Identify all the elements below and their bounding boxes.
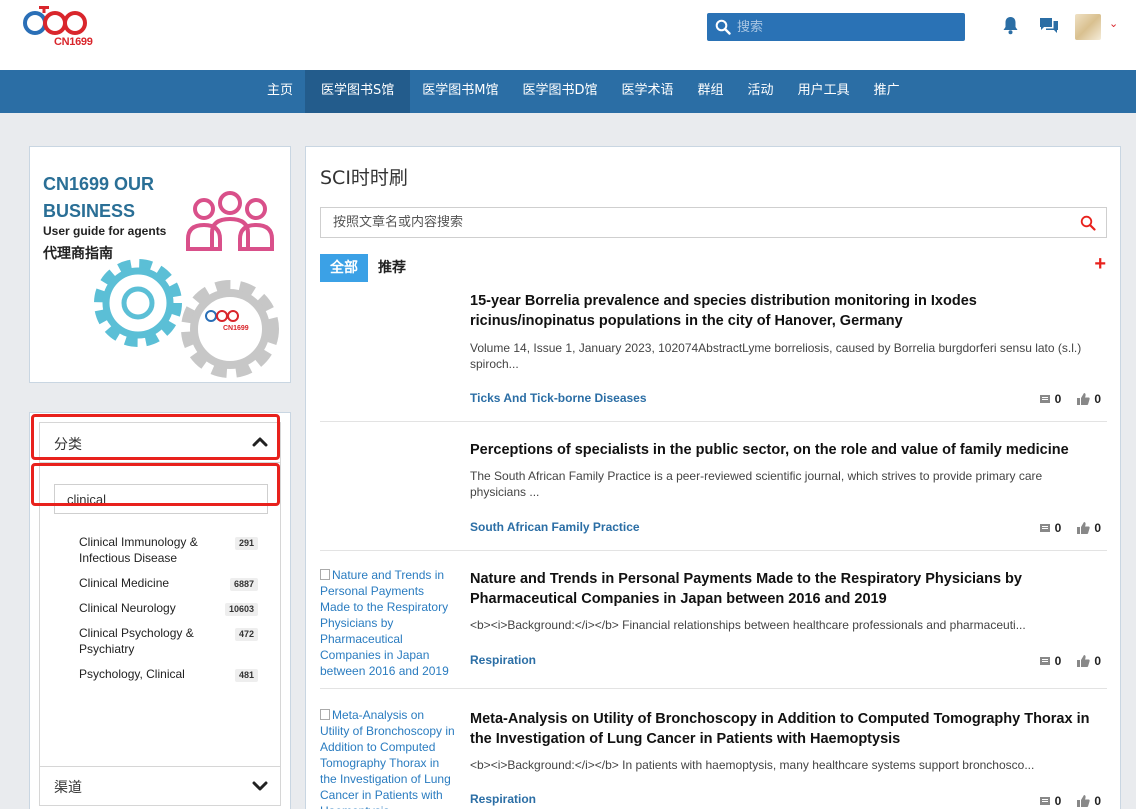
like-count: 0 <box>1094 521 1101 535</box>
article-stats: 0 0 <box>1039 392 1101 406</box>
article-stats: 0 0 <box>1039 521 1101 535</box>
nav-item-library-m[interactable]: 医学图书M馆 <box>410 70 510 113</box>
count-badge: 481 <box>234 669 258 682</box>
category-filter-input[interactable] <box>54 484 268 514</box>
tab-recommended[interactable]: 推荐 <box>378 254 406 282</box>
comment-count: 0 <box>1054 392 1062 406</box>
nav-item-user-tools[interactable]: 用户工具 <box>786 70 862 113</box>
count-badge: 291 <box>234 537 258 550</box>
article-card: Nature and Trends in Personal Payments M… <box>320 567 1107 689</box>
channel-label: 渠道 <box>54 780 82 796</box>
category-name: Psychology, Clinical <box>79 667 185 681</box>
banner-heading: CN1699 OUR BUSINESS <box>43 174 155 221</box>
nav-item-home[interactable]: 主页 <box>255 70 305 113</box>
tab-all[interactable]: 全部 <box>320 254 368 282</box>
header-search-input[interactable] <box>737 17 957 37</box>
count-badge: 472 <box>234 628 258 641</box>
article-stats: 0 0 <box>1039 794 1101 808</box>
category-box: 分类 Clinical Immunology & Infectious Dise… <box>39 422 281 767</box>
comment-icon[interactable] <box>1039 796 1051 807</box>
people-icon <box>186 191 274 251</box>
article-title[interactable]: Nature and Trends in Personal Payments M… <box>470 569 1100 609</box>
filter-panel: 分类 Clinical Immunology & Infectious Dise… <box>29 412 291 809</box>
article-title[interactable]: Meta-Analysis on Utility of Bronchoscopy… <box>470 709 1100 749</box>
logo-text: CN1699 <box>54 36 93 48</box>
chevron-down-icon[interactable] <box>252 780 268 792</box>
banner-logo-icon <box>205 310 239 322</box>
header-search[interactable] <box>707 13 965 41</box>
comment-icon[interactable] <box>1039 656 1051 667</box>
category-name: Clinical Medicine <box>79 576 170 590</box>
article-journal-link[interactable]: Respiration <box>470 792 536 806</box>
search-icon[interactable] <box>1080 215 1096 231</box>
top-header: CN1699 ⌄ <box>0 0 1136 70</box>
nav-item-promotion[interactable]: 推广 <box>862 70 912 113</box>
list-item[interactable]: Clinical Neurology 10603 <box>68 599 284 624</box>
search-icon[interactable] <box>715 19 731 35</box>
category-header[interactable]: 分类 <box>40 423 280 463</box>
like-count: 0 <box>1094 794 1101 808</box>
category-name: Clinical Psychology & Psychiatry <box>79 626 194 656</box>
article-thumbnail[interactable]: Meta-Analysis on Utility of Bronchoscopy… <box>320 707 455 809</box>
like-count: 0 <box>1094 654 1101 668</box>
banner-logo-text: CN1699 <box>223 325 249 332</box>
article-journal-link[interactable]: Ticks And Tick-borne Diseases <box>470 391 647 405</box>
thumbs-up-icon[interactable] <box>1077 393 1090 405</box>
chevron-up-icon[interactable] <box>252 436 268 448</box>
thumbs-up-icon[interactable] <box>1077 522 1090 534</box>
article-journal-link[interactable]: South African Family Practice <box>470 520 640 534</box>
article-card: 15-year Borrelia prevalence and species … <box>320 291 1107 422</box>
category-name: Clinical Neurology <box>79 601 176 615</box>
thumbs-up-icon[interactable] <box>1077 655 1090 667</box>
list-item[interactable]: Clinical Immunology & Infectious Disease… <box>68 533 284 574</box>
broken-image-icon <box>320 709 330 720</box>
thumbs-up-icon[interactable] <box>1077 795 1090 807</box>
bell-icon[interactable] <box>1002 16 1019 35</box>
comment-count: 0 <box>1054 654 1062 668</box>
user-avatar[interactable] <box>1075 14 1101 40</box>
category-label: 分类 <box>54 437 82 453</box>
comment-icon[interactable] <box>1039 394 1051 405</box>
count-badge: 6887 <box>229 578 258 591</box>
page-title: SCI时时刷 <box>320 167 408 189</box>
article-card: Meta-Analysis on Utility of Bronchoscopy… <box>320 707 1107 809</box>
banner-subtitle: User guide for agents <box>43 224 167 238</box>
main-nav: 主页 医学图书S馆 医学图书M馆 医学图书D馆 医学术语 群组 活动 用户工具 … <box>0 70 1136 113</box>
article-thumbnail[interactable]: Nature and Trends in Personal Payments M… <box>320 567 455 679</box>
chevron-down-icon[interactable]: ⌄ <box>1109 17 1118 30</box>
article-search-input[interactable] <box>333 215 1053 230</box>
list-item[interactable]: Clinical Medicine 6887 <box>68 574 284 599</box>
list-item[interactable]: Clinical Psychology & Psychiatry 472 <box>68 624 284 665</box>
business-banner[interactable]: CN1699 OUR BUSINESS User guide for agent… <box>29 146 291 383</box>
nav-item-groups[interactable]: 群组 <box>686 70 736 113</box>
messages-icon[interactable] <box>1039 17 1059 35</box>
category-name: Clinical Immunology & Infectious Disease <box>79 535 198 565</box>
comment-icon[interactable] <box>1039 523 1051 534</box>
add-icon[interactable]: + <box>1094 253 1106 276</box>
category-list: Clinical Immunology & Infectious Disease… <box>68 533 284 690</box>
gears-icon <box>94 259 279 378</box>
article-card: Perceptions of specialists in the public… <box>320 434 1107 551</box>
comment-count: 0 <box>1054 794 1062 808</box>
article-title[interactable]: Perceptions of specialists in the public… <box>470 440 1100 460</box>
main-content: SCI时时刷 全部 推荐 + 15-year Borrelia prevalen… <box>305 146 1121 809</box>
channel-header[interactable]: 渠道 <box>39 766 281 806</box>
comment-count: 0 <box>1054 521 1062 535</box>
article-abstract: <b><i>Background:</i></b> Financial rela… <box>470 618 1026 632</box>
article-stats: 0 0 <box>1039 654 1101 668</box>
article-search[interactable] <box>320 207 1107 238</box>
article-title[interactable]: 15-year Borrelia prevalence and species … <box>470 291 1100 331</box>
list-item[interactable]: Psychology, Clinical 481 <box>68 665 284 690</box>
broken-image-icon <box>320 569 330 580</box>
article-abstract: <b><i>Background:</i></b> In patients wi… <box>470 758 1035 772</box>
count-badge: 10603 <box>224 603 258 616</box>
nav-item-library-d[interactable]: 医学图书D馆 <box>511 70 610 113</box>
article-abstract: Volume 14, Issue 1, January 2023, 102074… <box>470 341 1082 371</box>
article-journal-link[interactable]: Respiration <box>470 653 536 667</box>
like-count: 0 <box>1094 392 1101 406</box>
article-abstract: The South African Family Practice is a p… <box>470 469 1043 499</box>
nav-item-library-s[interactable]: 医学图书S馆 <box>305 70 411 113</box>
nav-item-events[interactable]: 活动 <box>736 70 786 113</box>
nav-item-terminology[interactable]: 医学术语 <box>610 70 686 113</box>
